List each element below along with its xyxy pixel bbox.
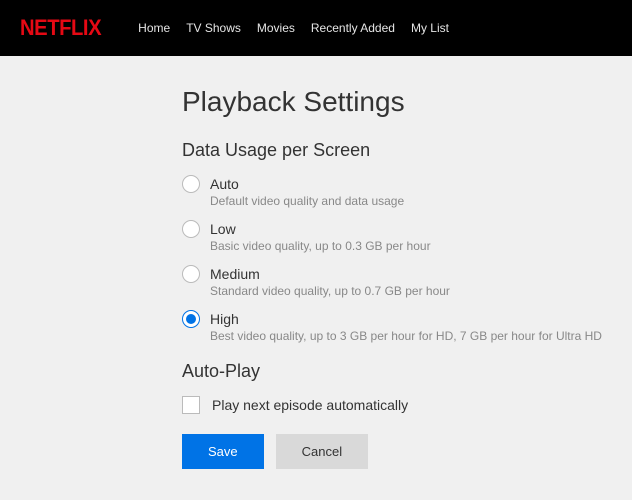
- radio-icon: [182, 175, 200, 193]
- radio-icon-selected: [182, 310, 200, 328]
- nav-mylist[interactable]: My List: [411, 21, 449, 35]
- radio-label-wrap: High Best video quality, up to 3 GB per …: [210, 310, 602, 343]
- cancel-button[interactable]: Cancel: [276, 434, 368, 469]
- radio-label-wrap: Low Basic video quality, up to 0.3 GB pe…: [210, 220, 431, 253]
- radio-desc: Basic video quality, up to 0.3 GB per ho…: [210, 239, 431, 253]
- checkbox-icon: [182, 396, 200, 414]
- content: Playback Settings Data Usage per Screen …: [0, 56, 632, 469]
- main-nav: Home TV Shows Movies Recently Added My L…: [138, 21, 449, 35]
- autoplay-section-title: Auto-Play: [182, 361, 632, 382]
- nav-home[interactable]: Home: [138, 21, 170, 35]
- radio-label-wrap: Auto Default video quality and data usag…: [210, 175, 404, 208]
- radio-label: Auto: [210, 175, 404, 193]
- radio-option-low[interactable]: Low Basic video quality, up to 0.3 GB pe…: [182, 220, 632, 253]
- data-usage-radio-group: Auto Default video quality and data usag…: [182, 175, 632, 343]
- radio-option-high[interactable]: High Best video quality, up to 3 GB per …: [182, 310, 632, 343]
- radio-icon: [182, 220, 200, 238]
- radio-label: Medium: [210, 265, 450, 283]
- radio-option-medium[interactable]: Medium Standard video quality, up to 0.7…: [182, 265, 632, 298]
- page-title: Playback Settings: [182, 86, 632, 118]
- autoplay-checkbox-label: Play next episode automatically: [212, 397, 408, 413]
- nav-movies[interactable]: Movies: [257, 21, 295, 35]
- button-row: Save Cancel: [182, 434, 632, 469]
- radio-label-wrap: Medium Standard video quality, up to 0.7…: [210, 265, 450, 298]
- nav-tvshows[interactable]: TV Shows: [186, 21, 241, 35]
- radio-label: High: [210, 310, 602, 328]
- radio-desc: Default video quality and data usage: [210, 194, 404, 208]
- radio-desc: Standard video quality, up to 0.7 GB per…: [210, 284, 450, 298]
- radio-desc: Best video quality, up to 3 GB per hour …: [210, 329, 602, 343]
- radio-icon: [182, 265, 200, 283]
- autoplay-checkbox-row[interactable]: Play next episode automatically: [182, 396, 632, 414]
- radio-dot-icon: [186, 314, 196, 324]
- save-button[interactable]: Save: [182, 434, 264, 469]
- data-usage-section-title: Data Usage per Screen: [182, 140, 632, 161]
- nav-recently-added[interactable]: Recently Added: [311, 21, 395, 35]
- radio-label: Low: [210, 220, 431, 238]
- header: NETFLIX Home TV Shows Movies Recently Ad…: [0, 0, 632, 56]
- radio-option-auto[interactable]: Auto Default video quality and data usag…: [182, 175, 632, 208]
- netflix-logo[interactable]: NETFLIX: [20, 15, 101, 41]
